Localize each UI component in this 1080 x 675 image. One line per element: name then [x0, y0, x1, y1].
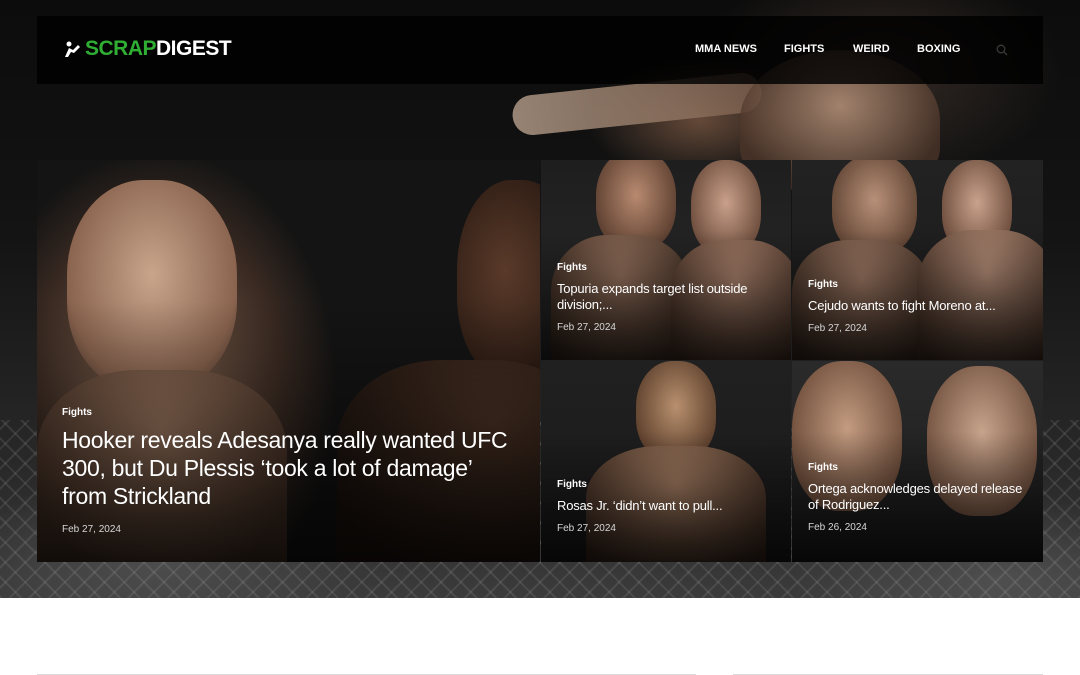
post-category[interactable]: Fights	[557, 479, 775, 490]
post-meta: Fights Topuria expands target list outsi…	[557, 262, 775, 333]
featured-post-1[interactable]: Fights Topuria expands target list outsi…	[541, 160, 791, 360]
post-date: Feb 26, 2024	[808, 522, 867, 533]
post-date: Feb 27, 2024	[808, 323, 867, 334]
search-icon[interactable]	[996, 44, 1008, 56]
featured-post-3[interactable]: Fights Rosas Jr. ‘didn’t want to pull...…	[541, 361, 791, 562]
post-title[interactable]: Cejudo wants to fight Moreno at...	[808, 298, 1027, 314]
post-category[interactable]: Fights	[808, 279, 1027, 290]
logo-text-scrap: SCRAP	[85, 37, 157, 60]
post-meta: Fights Cejudo wants to fight Moreno at..…	[808, 279, 1027, 334]
nav-item-boxing[interactable]: BOXING	[917, 43, 960, 55]
fighter-logo-icon	[65, 41, 80, 57]
post-title[interactable]: Ortega acknowledges delayed release of R…	[808, 481, 1027, 513]
post-date: Feb 27, 2024	[557, 523, 616, 534]
post-title[interactable]: Hooker reveals Adesanya really wanted UF…	[62, 426, 510, 510]
post-title[interactable]: Topuria expands target list outside divi…	[557, 281, 775, 313]
site-header: SCRAP DIGEST MMA NEWS FIGHTS WEIRD BOXIN…	[37, 16, 1043, 84]
post-meta: Fights Rosas Jr. ‘didn’t want to pull...…	[557, 479, 775, 534]
featured-post-2[interactable]: Fights Cejudo wants to fight Moreno at..…	[792, 160, 1043, 360]
post-date: Feb 27, 2024	[62, 524, 121, 535]
featured-post-4[interactable]: Fights Ortega acknowledges delayed relea…	[792, 361, 1043, 562]
post-meta: Fights Ortega acknowledges delayed relea…	[808, 462, 1027, 533]
post-title[interactable]: Rosas Jr. ‘didn’t want to pull...	[557, 498, 775, 514]
logo-text-digest: DIGEST	[156, 37, 232, 60]
featured-post-meta: Fights Hooker reveals Adesanya really wa…	[62, 407, 510, 535]
nav-item-mma-news[interactable]: MMA NEWS	[695, 43, 757, 55]
post-category[interactable]: Fights	[808, 462, 1027, 473]
post-date: Feb 27, 2024	[557, 322, 616, 333]
nav-item-weird[interactable]: WEIRD	[853, 43, 890, 55]
featured-post-main[interactable]: Fights Hooker reveals Adesanya really wa…	[37, 160, 540, 562]
nav-item-fights[interactable]: FIGHTS	[784, 43, 824, 55]
post-category[interactable]: Fights	[62, 407, 510, 418]
post-category[interactable]: Fights	[557, 262, 775, 273]
site-logo[interactable]: SCRAP DIGEST	[63, 36, 232, 62]
